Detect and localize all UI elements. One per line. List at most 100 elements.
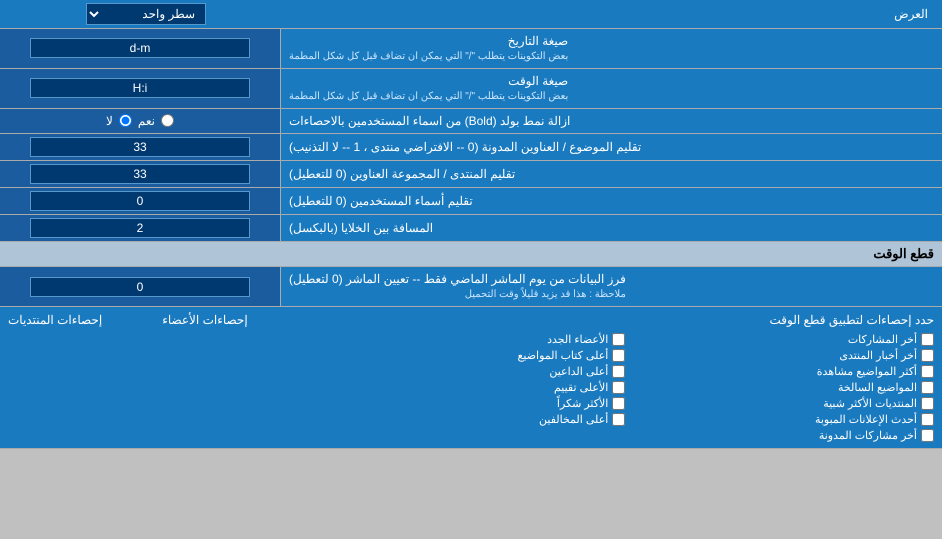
display-input-area: سطر واحد سطرين ثلاثة أسطر	[6, 3, 286, 25]
time-cut-sub-text: ملاحظة : هذا قد يزيد قليلاً وقت التحميل	[289, 288, 626, 302]
list-item: أخر المشاركات	[625, 333, 934, 346]
forum-limit-input-area: 33	[0, 161, 280, 187]
list-item: المواضيع السالخة	[625, 381, 934, 394]
username-limit-input[interactable]: 0	[30, 191, 250, 211]
time-format-input-area: H:i	[0, 69, 280, 108]
checkboxes-col1: أخر المشاركات أخر أخبار المنتدى أكثر الم…	[625, 333, 934, 442]
forum-limit-input[interactable]: 33	[30, 164, 250, 184]
username-limit-input-area: 0	[0, 188, 280, 214]
list-item: الأعضاء الجدد	[317, 333, 626, 346]
bold-remove-text: ازالة نمط بولد (Bold) من اسماء المستخدمي…	[289, 113, 570, 130]
username-limit-row: تقليم أسماء المستخدمين (0 للتعطيل) 0	[0, 188, 942, 215]
cb-new-members-checkbox[interactable]	[612, 333, 625, 346]
list-item: المنتديات الأكثر شبية	[625, 397, 934, 410]
col2-header: إحصاءات الأعضاء	[162, 313, 247, 327]
cb-top-visitors-label: أعلى المخالفين	[539, 413, 608, 426]
list-item: أعلى المخالفين	[317, 413, 626, 426]
cb-forum-news-checkbox[interactable]	[921, 349, 934, 362]
main-container: العرض سطر واحد سطرين ثلاثة أسطر صيغة الت…	[0, 0, 942, 449]
bold-no-radio[interactable]	[119, 114, 132, 127]
forum-limit-text: تقليم المنتدى / المجموعة العناوين (0 للت…	[289, 166, 515, 183]
bold-no-label: لا	[106, 114, 113, 128]
time-cut-input[interactable]: 0	[30, 277, 250, 297]
cb-recent-ads-label: أحدث الإعلانات المبوبة	[815, 413, 917, 426]
cb-top-posters-checkbox[interactable]	[612, 365, 625, 378]
date-format-label: صيغة التاريخ بعض التكوينات يتطلب "/" الت…	[280, 29, 942, 68]
list-item: الأعلى تقييم	[317, 381, 626, 394]
display-select[interactable]: سطر واحد سطرين ثلاثة أسطر	[86, 3, 206, 25]
display-label: العرض	[286, 7, 936, 21]
topic-limit-input[interactable]: 33	[30, 137, 250, 157]
bold-radio-group: نعم لا	[106, 114, 174, 128]
cb-pinned-checkbox[interactable]	[921, 429, 934, 442]
display-row: العرض سطر واحد سطرين ثلاثة أسطر	[0, 0, 942, 29]
username-limit-label: تقليم أسماء المستخدمين (0 للتعطيل)	[280, 188, 942, 214]
cb-top-rated-checkbox[interactable]	[612, 381, 625, 394]
cb-similar-label: المنتديات الأكثر شبية	[823, 397, 917, 410]
checkboxes-title-row: حدد إحصاءات لتطبيق قطع الوقت إحصاءات الأ…	[8, 313, 934, 327]
time-cut-title: قطع الوقت	[873, 246, 934, 261]
time-format-input[interactable]: H:i	[30, 78, 250, 98]
checkboxes-col2: الأعضاء الجدد أعلى كتاب المواضيع أعلى ال…	[317, 333, 626, 442]
cb-top-posters-label: أعلى الداعين	[549, 365, 608, 378]
date-format-main-label: صيغة التاريخ	[289, 33, 568, 50]
cb-shares-checkbox[interactable]	[921, 333, 934, 346]
time-format-row: صيغة الوقت بعض التكوينات يتطلب "/" التي …	[0, 69, 942, 109]
forum-limit-label: تقليم المنتدى / المجموعة العناوين (0 للت…	[280, 161, 942, 187]
cell-spacing-text: المسافة بين الخلايا (بالبكسل)	[289, 220, 433, 237]
cb-old-topics-label: المواضيع السالخة	[838, 381, 917, 394]
cell-spacing-row: المسافة بين الخلايا (بالبكسل) 2	[0, 215, 942, 242]
cb-old-topics-checkbox[interactable]	[921, 381, 934, 394]
list-item: الأكثر شكراً	[317, 397, 626, 410]
forum-limit-row: تقليم المنتدى / المجموعة العناوين (0 للت…	[0, 161, 942, 188]
topic-limit-row: تقليم الموضوع / العناوين المدونة (0 -- ا…	[0, 134, 942, 161]
cb-top-visitors-checkbox[interactable]	[612, 413, 625, 426]
col1-header: إحصاءات المنتديات	[8, 313, 102, 327]
date-format-input[interactable]: d-m	[30, 38, 250, 58]
cb-similar-checkbox[interactable]	[921, 397, 934, 410]
checkboxes-section: حدد إحصاءات لتطبيق قطع الوقت إحصاءات الأ…	[0, 307, 942, 449]
cell-spacing-input[interactable]: 2	[30, 218, 250, 238]
cell-spacing-input-area: 2	[0, 215, 280, 241]
time-format-sub-label: بعض التكوينات يتطلب "/" التي يمكن ان تضا…	[289, 90, 568, 104]
cb-new-members-label: الأعضاء الجدد	[547, 333, 608, 346]
time-format-label: صيغة الوقت بعض التكوينات يتطلب "/" التي …	[280, 69, 942, 108]
bold-yes-radio[interactable]	[161, 114, 174, 127]
time-cut-main-text: فرز البيانات من يوم الماشر الماضي فقط --…	[289, 271, 626, 288]
cb-most-thanks-label: الأكثر شكراً	[557, 397, 608, 410]
checkboxes-col3	[8, 333, 317, 442]
time-format-main-label: صيغة الوقت	[289, 73, 568, 90]
list-item: أعلى الداعين	[317, 365, 626, 378]
bold-remove-label: ازالة نمط بولد (Bold) من اسماء المستخدمي…	[280, 109, 942, 134]
date-format-sub-label: بعض التكوينات يتطلب "/" التي يمكن ان تضا…	[289, 50, 568, 64]
cb-top-authors-checkbox[interactable]	[612, 349, 625, 362]
list-item: أكثر المواضيع مشاهدة	[625, 365, 934, 378]
topic-limit-text: تقليم الموضوع / العناوين المدونة (0 -- ا…	[289, 139, 641, 156]
time-cut-input-area: 0	[0, 267, 280, 306]
list-item: أعلى كتاب المواضيع	[317, 349, 626, 362]
list-item: أخر مشاركات المدونة	[625, 429, 934, 442]
cell-spacing-label: المسافة بين الخلايا (بالبكسل)	[280, 215, 942, 241]
checkboxes-grid-container: أخر المشاركات أخر أخبار المنتدى أكثر الم…	[8, 333, 934, 442]
cb-forum-news-label: أخر أخبار المنتدى	[839, 349, 917, 362]
topic-limit-label: تقليم الموضوع / العناوين المدونة (0 -- ا…	[280, 134, 942, 160]
date-format-row: صيغة التاريخ بعض التكوينات يتطلب "/" الت…	[0, 29, 942, 69]
list-item: أحدث الإعلانات المبوبة	[625, 413, 934, 426]
username-limit-text: تقليم أسماء المستخدمين (0 للتعطيل)	[289, 193, 473, 210]
cb-recent-ads-checkbox[interactable]	[921, 413, 934, 426]
cb-most-viewed-label: أكثر المواضيع مشاهدة	[817, 365, 917, 378]
date-format-input-area: d-m	[0, 29, 280, 68]
bold-remove-radio-area: نعم لا	[0, 109, 280, 134]
time-cut-row: فرز البيانات من يوم الماشر الماضي فقط --…	[0, 267, 942, 307]
time-cut-label: فرز البيانات من يوم الماشر الماضي فقط --…	[280, 267, 942, 306]
bold-yes-label: نعم	[138, 114, 155, 128]
cb-top-rated-label: الأعلى تقييم	[554, 381, 608, 394]
topic-limit-input-area: 33	[0, 134, 280, 160]
cb-shares-label: أخر المشاركات	[848, 333, 917, 346]
checkboxes-column-headers: إحصاءات الأعضاء إحصاءات المنتديات	[8, 313, 248, 327]
time-cut-section-header: قطع الوقت	[0, 242, 942, 267]
bold-remove-row: ازالة نمط بولد (Bold) من اسماء المستخدمي…	[0, 109, 942, 135]
list-item: أخر أخبار المنتدى	[625, 349, 934, 362]
cb-most-viewed-checkbox[interactable]	[921, 365, 934, 378]
cb-most-thanks-checkbox[interactable]	[612, 397, 625, 410]
